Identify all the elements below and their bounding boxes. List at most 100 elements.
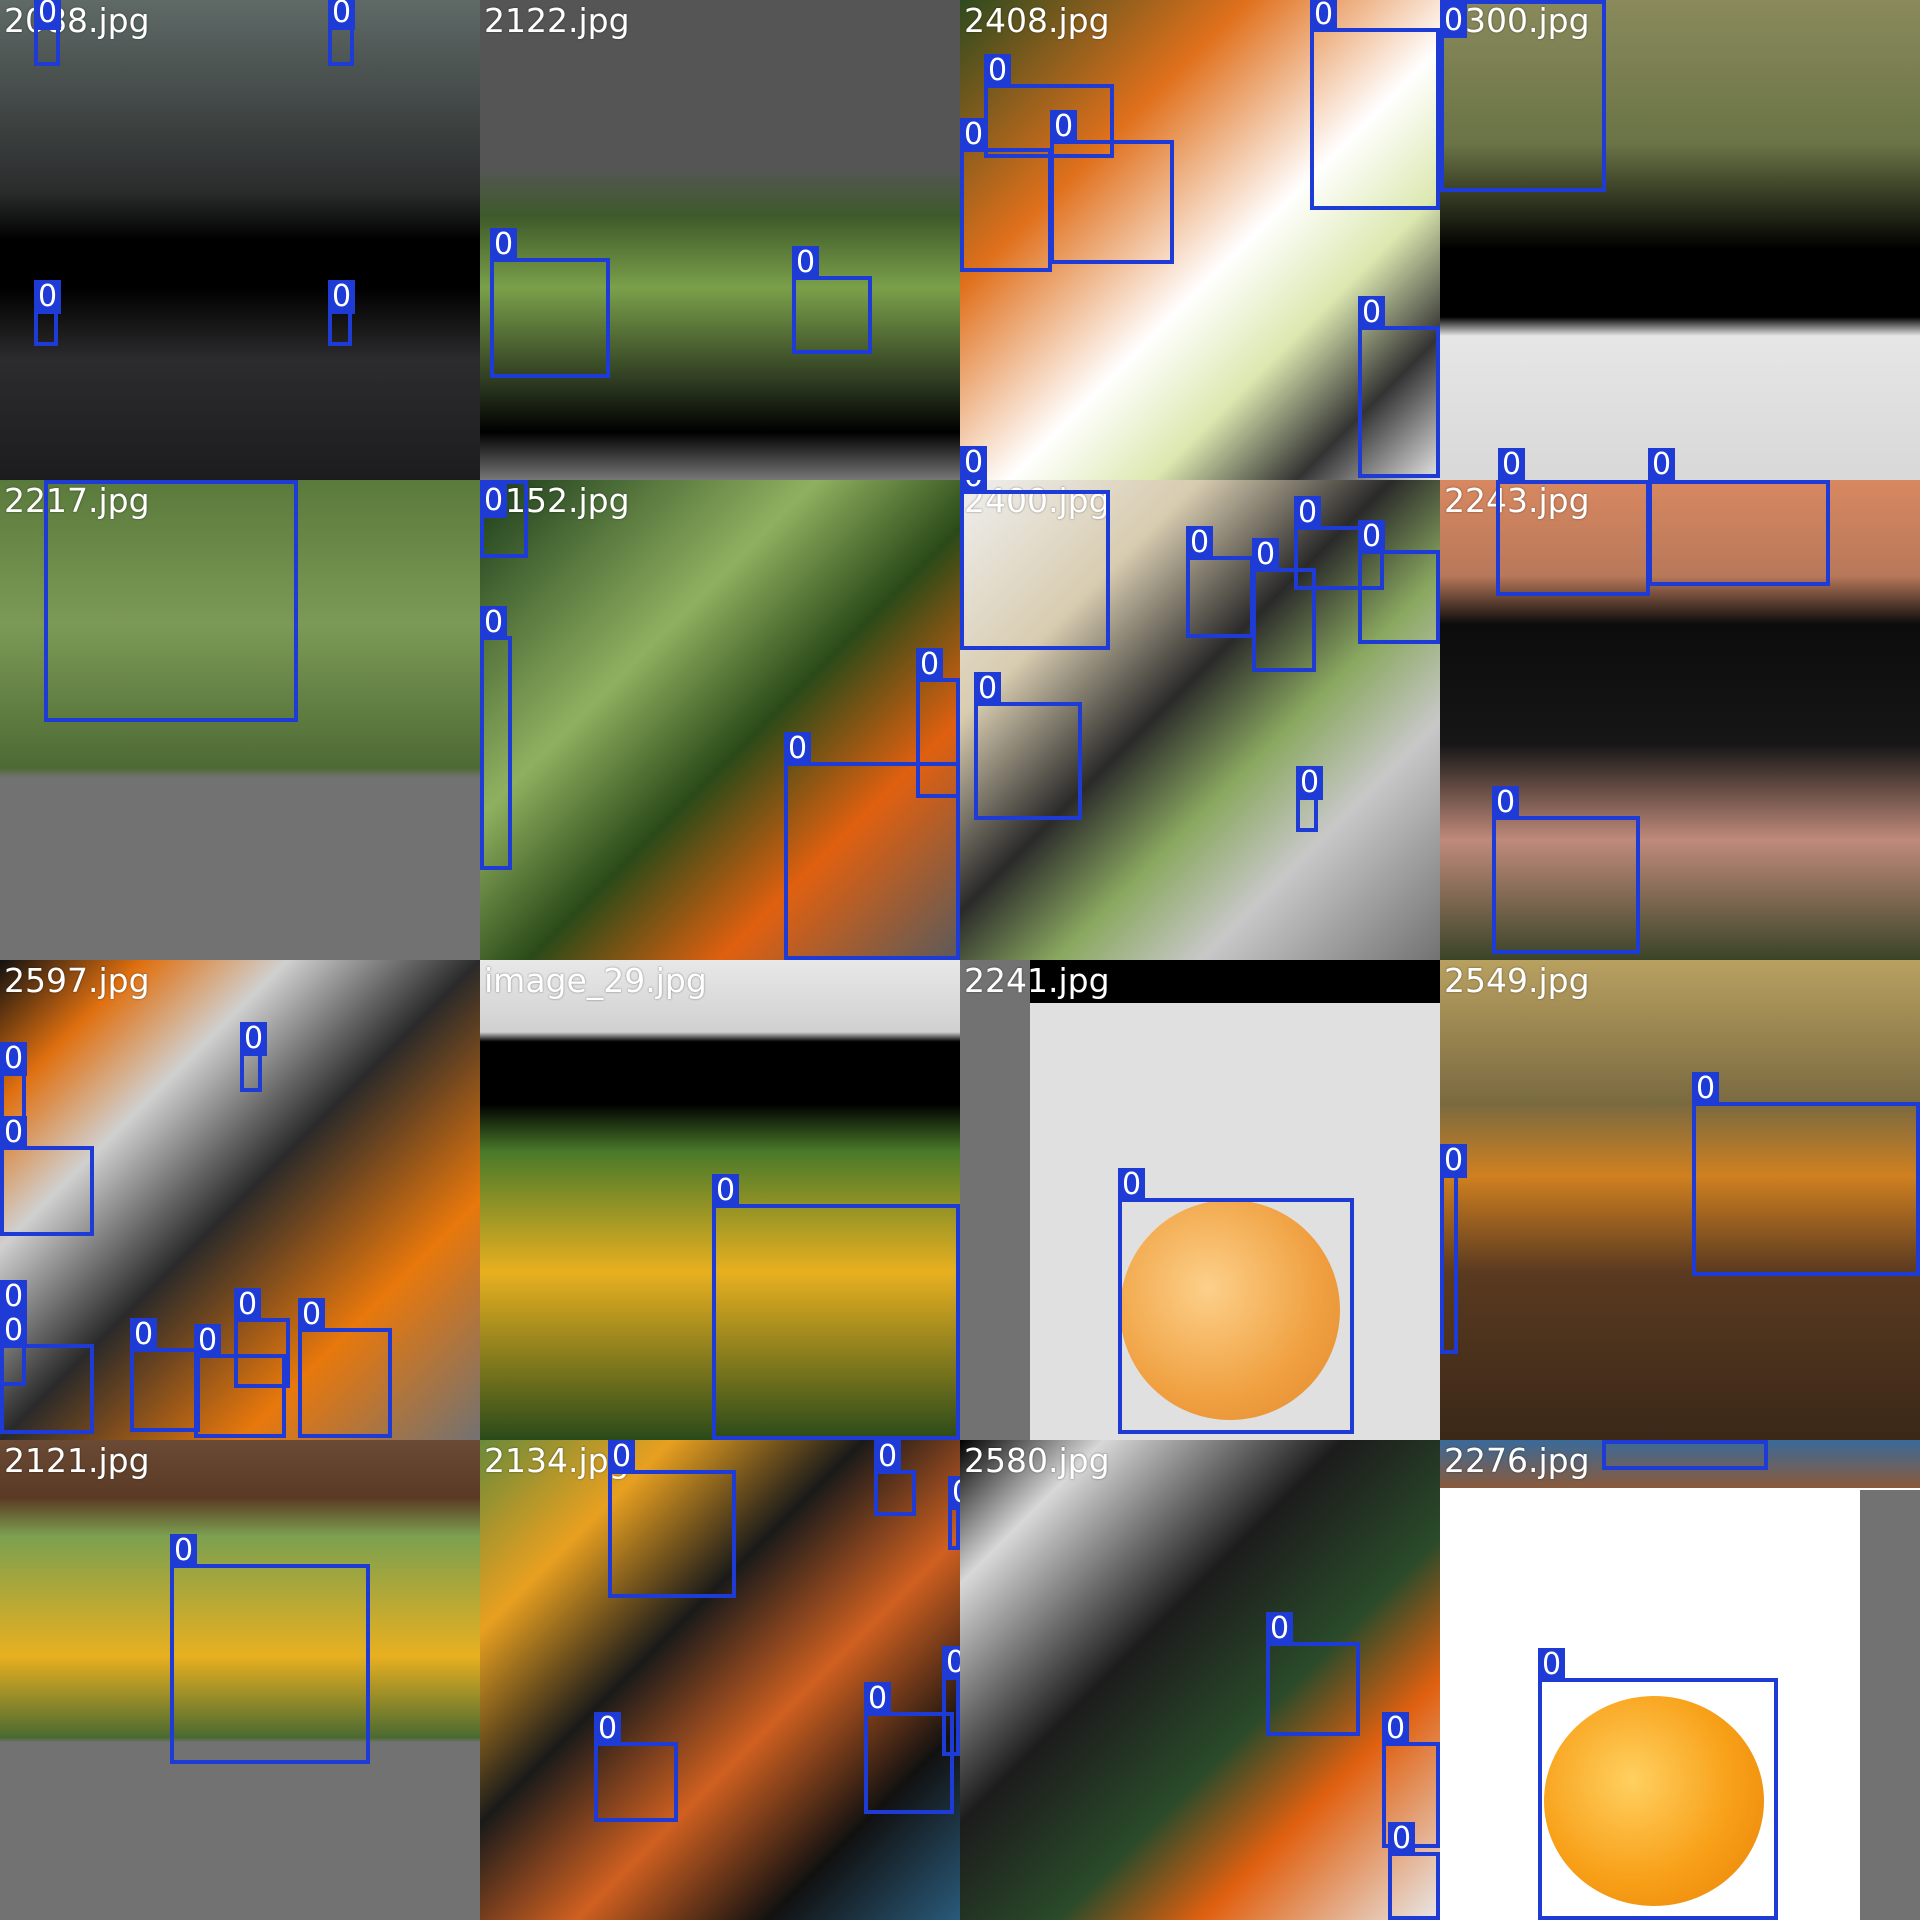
tile-title: 2580.jpg — [964, 1441, 1110, 1480]
detection-box: 0 — [44, 480, 298, 722]
detection-box: 0 — [234, 1288, 290, 1388]
box-class-label: 0 — [942, 1646, 960, 1680]
box-class-label: 0 — [1310, 0, 1338, 32]
box-class-label: 0 — [608, 1440, 636, 1474]
tile-2243: 2243.jpg 0 0 0 — [1440, 480, 1920, 960]
box-class-label: 0 — [792, 246, 820, 280]
tile-2152: 2152.jpg 0 0 0 0 — [480, 480, 960, 960]
box-class-label: 0 — [1358, 296, 1386, 330]
box-class-label: 0 — [960, 118, 988, 152]
box-class-label: 0 — [1118, 1168, 1146, 1202]
tile-2300: 2300.jpg 0 0 0 — [1440, 0, 1920, 480]
box-class-label: 0 — [480, 606, 508, 640]
box-class-label: 0 — [974, 672, 1002, 706]
box-class-label: 0 — [984, 54, 1012, 88]
box-class-label: 0 — [298, 1298, 326, 1332]
detection-box: 0 — [942, 1646, 960, 1756]
box-class-label: 0 — [240, 1022, 268, 1056]
box-class-label: 0 — [1538, 1648, 1566, 1682]
box-class-label: 0 — [0, 1280, 28, 1314]
detection-box: 0 — [594, 1712, 678, 1822]
tile-2217: 2217.jpg 0 — [0, 480, 480, 960]
detection-box: 0 — [34, 0, 62, 66]
box-class-label: 0 — [1388, 1822, 1416, 1856]
box-class-label: 0 — [1602, 1440, 1630, 1444]
box-class-label: 0 — [34, 280, 62, 314]
detection-box: 0 — [784, 732, 960, 960]
detection-box: 0 — [490, 228, 610, 378]
detection-box: 0 — [1118, 1168, 1354, 1434]
tile-title: 2276.jpg — [1444, 1441, 1590, 1480]
detection-box: 0 — [298, 1298, 392, 1438]
detection-box: 0 — [1358, 296, 1440, 478]
box-class-label: 0 — [1296, 766, 1324, 800]
detection-box: 0 — [170, 1534, 370, 1764]
tile-2549: 2549.jpg 0 0 — [1440, 960, 1920, 1440]
tile-title: 2549.jpg — [1444, 961, 1590, 1000]
detection-box: 0 — [1440, 1144, 1468, 1354]
tile-2408: 2408.jpg 0 0 0 0 0 0 — [960, 0, 1440, 480]
box-class-label: 0 — [960, 480, 988, 494]
tile-photo — [480, 0, 960, 480]
tile-image-29: image_29.jpg 0 — [480, 960, 960, 1440]
box-class-label: 0 — [1498, 448, 1526, 480]
tile-2241: 2241.jpg 0 — [960, 960, 1440, 1440]
detection-box: 0 — [1440, 0, 1606, 192]
box-class-label: 0 — [328, 0, 356, 30]
detection-box: 0 — [874, 1440, 916, 1516]
tile-2597: 2597.jpg 0 0 0 0 0 0 0 0 0 — [0, 960, 480, 1440]
box-class-label: 0 — [1440, 4, 1468, 38]
tile-title: 2241.jpg — [964, 961, 1110, 1000]
box-class-label: 0 — [864, 1682, 892, 1716]
box-class-label: 0 — [1382, 1712, 1410, 1746]
box-class-label: 0 — [948, 1476, 960, 1510]
tile-title: 2122.jpg — [484, 1, 630, 40]
box-class-label: 0 — [34, 0, 62, 30]
box-class-label: 0 — [328, 280, 356, 314]
tile-photo — [0, 0, 480, 480]
detection-box: 0 — [864, 1682, 954, 1814]
detection-box: 0 — [0, 1116, 94, 1236]
detection-box: 0 — [792, 246, 872, 354]
detection-box: 0 — [1186, 526, 1254, 638]
box-class-label: 0 — [1050, 110, 1078, 144]
box-class-label: 0 — [0, 1314, 28, 1348]
detection-box: 0 — [1310, 0, 1440, 210]
tile-2276: 2276.jpg 0 0 — [1440, 1440, 1920, 1920]
detection-box: 0 — [480, 480, 528, 558]
detection-box: 0 — [1692, 1072, 1920, 1276]
box-class-label: 0 — [480, 484, 508, 518]
box-class-label: 0 — [1252, 538, 1280, 572]
box-class-label: 0 — [916, 648, 944, 682]
detection-box: 0 — [1358, 520, 1440, 644]
detection-box: 0 — [34, 280, 62, 346]
box-class-label: 0 — [1648, 480, 1676, 484]
detection-box: 0 — [1296, 766, 1324, 832]
detection-box: 0 — [960, 118, 1052, 272]
detection-box: 0 — [0, 1314, 94, 1434]
tile-side-bar — [960, 960, 1030, 1440]
tile-2121: 2121.jpg 0 — [0, 1440, 480, 1920]
box-class-label: 0 — [960, 446, 988, 480]
box-class-label: 0 — [1294, 496, 1322, 530]
box-class-label: 0 — [130, 1318, 158, 1352]
detection-box: 0 — [328, 280, 356, 346]
tile-2088: 2088.jpg 0 0 0 0 — [0, 0, 480, 480]
box-class-label: 0 — [594, 1712, 622, 1746]
tile-title: image_29.jpg — [484, 961, 707, 1000]
box-class-label: 0 — [1492, 786, 1520, 820]
tile-2122: 2122.jpg 0 0 — [480, 0, 960, 480]
detection-box: 0 — [480, 606, 512, 870]
box-class-label: 0 — [490, 228, 518, 262]
detection-box: 0 — [1050, 110, 1174, 264]
tile-photo — [960, 1440, 1440, 1920]
box-class-label: 0 — [0, 1116, 28, 1150]
tile-title: 2408.jpg — [964, 1, 1110, 40]
tile-2400: 2400.jpg 0 0 0 0 0 0 0 — [960, 480, 1440, 960]
box-class-label: 0 — [44, 480, 72, 484]
detection-box: 0 — [1266, 1612, 1360, 1736]
box-class-label: 0 — [1692, 1072, 1720, 1106]
detection-box: 0 — [1648, 480, 1830, 586]
tile-title: 2088.jpg — [4, 1, 150, 40]
detection-box: 0 — [240, 1022, 268, 1092]
